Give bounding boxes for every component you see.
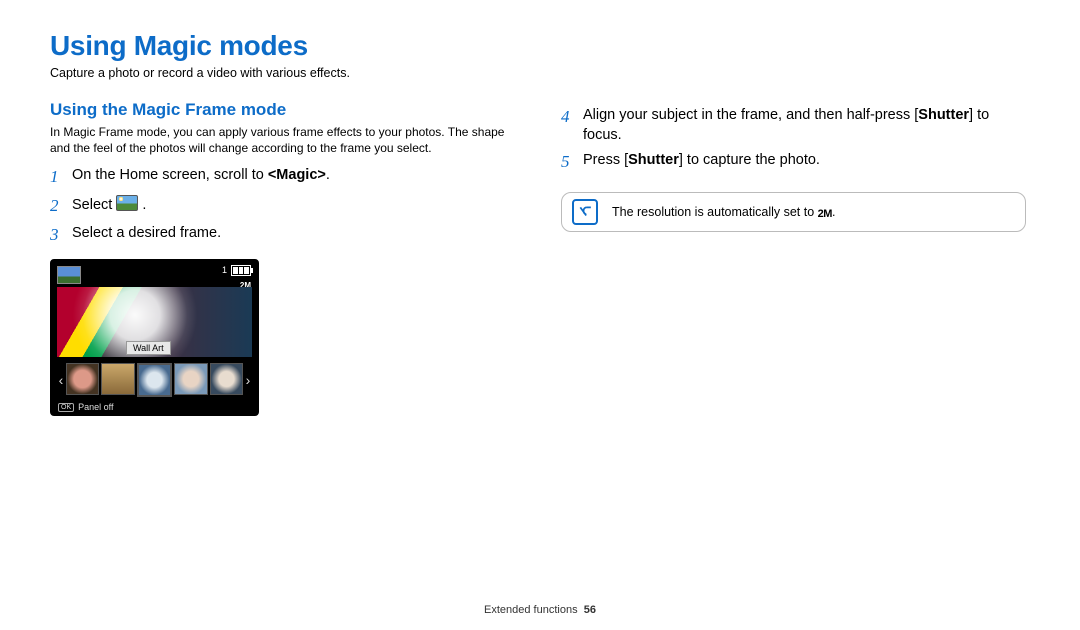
footer-section: Extended functions: [484, 604, 578, 616]
frame-thumbnail: [66, 363, 99, 395]
frame-thumbnail: [210, 363, 243, 395]
frame-name-label: Wall Art: [126, 341, 171, 355]
page-intro: Capture a photo or record a video with v…: [50, 66, 1030, 80]
camera-screen-illustration: 1 2M Wall Art ‹ › OK: [50, 259, 259, 416]
note-text: The resolution is automatically set to 2…: [612, 205, 835, 219]
step-text: Press [: [583, 152, 628, 168]
step-number: 5: [561, 151, 583, 174]
step-text: Select: [72, 197, 116, 213]
page: Using Magic modes Capture a photo or rec…: [0, 0, 1080, 630]
steps-right: 4 Align your subject in the frame, and t…: [561, 106, 1026, 174]
step-body: Press [Shutter] to capture the photo.: [583, 151, 1026, 171]
note-pre: The resolution is automatically set to: [612, 205, 818, 219]
frame-thumbnail-selected: [137, 363, 172, 397]
section-intro: In Magic Frame mode, you can apply vario…: [50, 124, 515, 156]
resolution-glyph: 2M: [818, 208, 832, 220]
step-bold: <Magic>: [268, 167, 326, 183]
step-5: 5 Press [Shutter] to capture the photo.: [561, 151, 1026, 174]
right-column: 4 Align your subject in the frame, and t…: [561, 100, 1026, 416]
step-bold: Shutter: [918, 107, 969, 123]
left-column: Using the Magic Frame mode In Magic Fram…: [50, 100, 515, 416]
page-number: 56: [584, 604, 596, 616]
frame-carousel: ‹ ›: [56, 364, 253, 396]
step-bold: Shutter: [628, 152, 679, 168]
ok-button-icon: OK: [58, 403, 74, 412]
panel-off-hint: OK Panel off: [58, 402, 114, 412]
frame-thumbnail: [101, 363, 134, 395]
step-3: 3 Select a desired frame.: [50, 224, 515, 247]
page-footer: Extended functions 56: [0, 604, 1080, 616]
frame-thumbnail: [174, 363, 207, 395]
step-number: 4: [561, 106, 583, 129]
step-body: Select .: [72, 195, 515, 216]
carousel-left-arrow-icon: ‹: [56, 364, 66, 396]
preview-thumbnail-icon: [57, 266, 81, 284]
page-title: Using Magic modes: [50, 30, 1030, 62]
step-1: 1 On the Home screen, scroll to <Magic>.: [50, 166, 515, 189]
step-number: 3: [50, 224, 72, 247]
steps-left: 1 On the Home screen, scroll to <Magic>.…: [50, 166, 515, 247]
section-heading: Using the Magic Frame mode: [50, 100, 515, 120]
step-text: Select a desired frame.: [72, 224, 515, 244]
note-box: The resolution is automatically set to 2…: [561, 192, 1026, 232]
battery-icon: [231, 265, 251, 276]
step-number: 1: [50, 166, 72, 189]
step-body: Align your subject in the frame, and the…: [583, 106, 1026, 145]
carousel-right-arrow-icon: ›: [243, 364, 253, 396]
step-text: ] to capture the photo.: [679, 152, 820, 168]
note-icon: [572, 199, 598, 225]
step-number: 2: [50, 195, 72, 218]
magic-frame-mode-icon: [116, 195, 138, 211]
step-body: On the Home screen, scroll to <Magic>.: [72, 166, 515, 186]
note-post: .: [832, 205, 835, 219]
step-text: Align your subject in the frame, and the…: [583, 107, 918, 123]
panel-off-label: Panel off: [78, 402, 113, 412]
step-4: 4 Align your subject in the frame, and t…: [561, 106, 1026, 145]
step-text: On the Home screen, scroll to: [72, 167, 268, 183]
shots-remaining: 1: [222, 265, 227, 275]
step-text: .: [326, 167, 330, 183]
step-text: .: [142, 197, 146, 213]
step-2: 2 Select .: [50, 195, 515, 218]
frame-thumbnails: [66, 363, 243, 397]
content-columns: Using the Magic Frame mode In Magic Fram…: [50, 100, 1030, 416]
